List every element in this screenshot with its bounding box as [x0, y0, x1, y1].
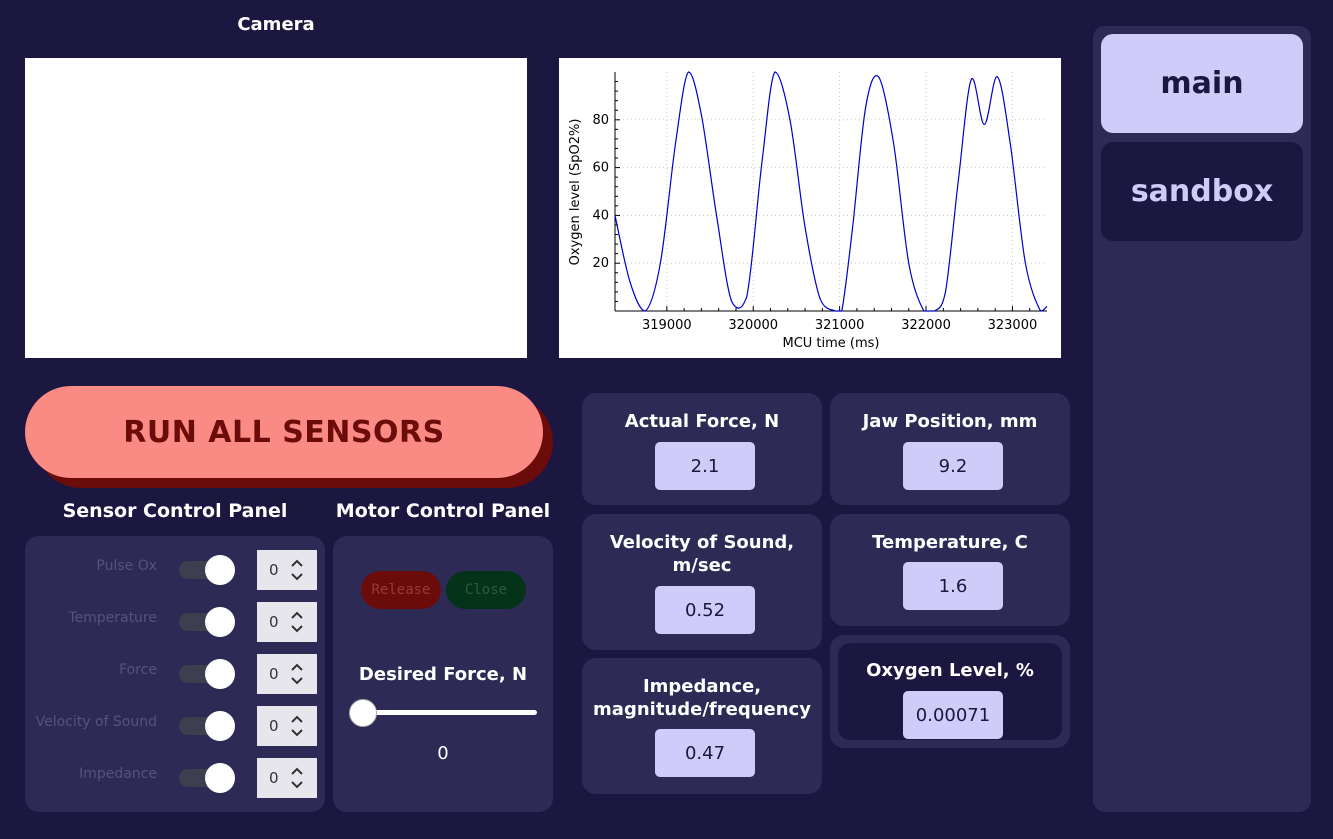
sensor-row-impedance: Impedance 0 [25, 756, 325, 798]
impedance-title-line2: magnitude/frequency [593, 699, 811, 720]
actual-force-value: 2.1 [655, 442, 755, 490]
impedance-card: Impedance, magnitude/frequency 0.47 [582, 658, 822, 794]
velocity-of-sound-spinbox[interactable]: 0 [257, 706, 317, 746]
oxygen-level-inner: Oxygen Level, % 0.00071 [838, 643, 1062, 740]
jaw-position-card: Jaw Position, mm 9.2 [830, 393, 1070, 505]
actual-force-card: Actual Force, N 2.1 [582, 393, 822, 505]
velocity-of-sound-title: Velocity of Sound, m/sec [582, 531, 822, 577]
spinbox-arrows-icon[interactable] [290, 610, 304, 634]
velocity-of-sound-title-line1: Velocity of Sound, [609, 532, 795, 553]
spinbox-value: 0 [269, 665, 279, 683]
toggle-knob[interactable] [205, 711, 235, 741]
velocity-of-sound-value: 0.52 [655, 586, 755, 634]
force-spinbox[interactable]: 0 [257, 654, 317, 694]
toggle-knob[interactable] [205, 555, 235, 585]
x-tick-label: 323000 [988, 318, 1038, 333]
spinbox-arrows-icon[interactable] [290, 662, 304, 686]
nav-main-button[interactable]: main [1101, 34, 1303, 133]
oxygen-level-card: Oxygen Level, % 0.00071 [830, 635, 1070, 748]
sensor-label: Temperature [68, 610, 157, 626]
jaw-position-title: Jaw Position, mm [862, 411, 1038, 432]
sensor-label: Pulse Ox [96, 558, 157, 574]
chart-grid [615, 72, 1047, 311]
sensor-control-panel: Pulse Ox 0 Temperature 0 Force 0 Velocit… [25, 536, 325, 812]
x-tick-label: 320000 [728, 318, 778, 333]
x-axis-label: MCU time (ms) [782, 336, 879, 351]
release-button[interactable]: Release [361, 571, 441, 609]
desired-force-value: 0 [437, 743, 449, 764]
nav-sandbox-button[interactable]: sandbox [1101, 142, 1303, 241]
spinbox-arrows-icon[interactable] [290, 766, 304, 790]
sensor-row-pulse-ox: Pulse Ox 0 [25, 548, 325, 590]
sensor-row-velocity-of-sound: Velocity of Sound 0 [25, 704, 325, 746]
series-line-oxygen [614, 71, 1048, 312]
toggle-knob[interactable] [205, 659, 235, 689]
temperature-card: Temperature, C 1.6 [830, 514, 1070, 626]
y-tick-label: 60 [592, 161, 609, 176]
impedance-spinbox[interactable]: 0 [257, 758, 317, 798]
x-tick-label: 322000 [901, 318, 951, 333]
y-tick-label: 40 [592, 208, 609, 223]
camera-view [25, 58, 527, 358]
sensor-label: Velocity of Sound [35, 714, 157, 730]
sensor-label: Impedance [79, 766, 157, 782]
toggle-knob[interactable] [205, 607, 235, 637]
impedance-title: Impedance, magnitude/frequency [582, 675, 822, 721]
desired-force-slider-track[interactable] [363, 710, 537, 715]
desired-force-title: Desired Force, N [358, 664, 528, 685]
spinbox-arrows-icon[interactable] [290, 558, 304, 582]
motor-control-panel: Release Close Desired Force, N 0 [333, 536, 553, 812]
velocity-of-sound-card: Velocity of Sound, m/sec 0.52 [582, 514, 822, 650]
spinbox-value: 0 [269, 769, 279, 787]
spinbox-value: 0 [269, 717, 279, 735]
impedance-title-line1: Impedance, [642, 676, 762, 697]
oxygen-chart-svg: 319000 320000 321000 322000 323000 20 40 60 80 M… [568, 71, 1048, 351]
pulse-ox-spinbox[interactable]: 0 [257, 550, 317, 590]
x-tick-label: 321000 [815, 318, 865, 333]
toggle-knob[interactable] [205, 763, 235, 793]
oxygen-level-title: Oxygen Level, % [866, 660, 1034, 681]
desired-force-slider-handle[interactable] [349, 699, 377, 727]
actual-force-title: Actual Force, N [624, 411, 780, 432]
nav-sidebar: main sandbox [1093, 26, 1311, 812]
temperature-title: Temperature, C [872, 532, 1028, 553]
chart-ticks: 319000 320000 321000 322000 323000 20 40 60 80 [592, 81, 1038, 333]
sensor-row-force: Force 0 [25, 652, 325, 694]
temperature-value: 1.6 [903, 562, 1003, 610]
spinbox-arrows-icon[interactable] [290, 714, 304, 738]
close-button[interactable]: Close [446, 571, 526, 609]
spinbox-value: 0 [269, 613, 279, 631]
impedance-value: 0.47 [655, 729, 755, 777]
velocity-of-sound-title-line2: m/sec [672, 555, 732, 576]
motor-control-panel-title: Motor Control Panel [335, 500, 551, 522]
sensor-label: Force [119, 662, 157, 678]
camera-title: Camera [237, 14, 315, 35]
spinbox-value: 0 [269, 561, 279, 579]
run-all-sensors-button[interactable]: RUN ALL SENSORS [25, 386, 543, 478]
y-tick-label: 20 [592, 256, 609, 271]
sensor-row-temperature: Temperature 0 [25, 600, 325, 642]
sensor-control-panel-title: Sensor Control Panel [62, 500, 288, 522]
oxygen-level-value: 0.00071 [903, 691, 1003, 739]
jaw-position-value: 9.2 [903, 442, 1003, 490]
oxygen-chart: 319000 320000 321000 322000 323000 20 40 60 80 M… [559, 58, 1061, 358]
x-tick-label: 319000 [642, 318, 692, 333]
temperature-spinbox[interactable]: 0 [257, 602, 317, 642]
y-tick-label: 80 [592, 113, 609, 128]
y-axis-label: Oxygen level (SpO2%) [568, 119, 583, 266]
